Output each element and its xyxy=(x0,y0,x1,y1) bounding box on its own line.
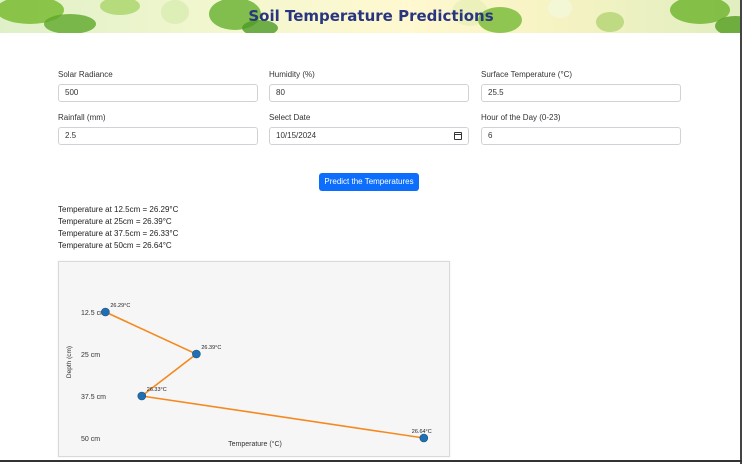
data-point xyxy=(101,307,110,317)
humidity-label: Humidity (%) xyxy=(269,70,315,79)
header-banner: Soil Temperature Predictions xyxy=(0,0,742,33)
data-point xyxy=(192,349,201,359)
result-line: Temperature at 37.5cm = 26.33°C xyxy=(58,229,179,238)
data-point xyxy=(137,391,147,401)
data-label: 26.29°C xyxy=(110,303,130,309)
result-line: Temperature at 25cm = 26.39°C xyxy=(58,217,172,226)
rainfall-label: Rainfall (mm) xyxy=(58,113,106,122)
result-line: Temperature at 50cm = 26.64°C xyxy=(58,241,172,250)
solar-radiance-label: Solar Radiance xyxy=(58,70,113,79)
humidity-input[interactable]: 80 xyxy=(269,84,469,102)
rainfall-input[interactable]: 2.5 xyxy=(58,127,258,145)
depth-temperature-chart: 12.5 cm 25 cm 37.5 cm 50 cm Depth (cm) Temper… xyxy=(58,261,450,457)
date-input[interactable]: 10/15/2024 xyxy=(269,127,469,145)
surface-temperature-input[interactable]: 25.5 xyxy=(481,84,681,102)
page-title: Soil Temperature Predictions xyxy=(248,7,494,25)
solar-radiance-input[interactable]: 500 xyxy=(58,84,258,102)
y-axis-label: Depth (cm) xyxy=(66,346,73,378)
series-line xyxy=(105,311,424,439)
data-label: 26.39°C xyxy=(201,345,221,351)
window-bottom-edge xyxy=(0,460,742,462)
x-axis-label: Temperature (°C) xyxy=(228,440,282,448)
calendar-icon[interactable] xyxy=(454,132,462,140)
surface-temperature-label: Surface Temperature (°C) xyxy=(481,70,573,79)
hour-input[interactable]: 6 xyxy=(481,127,681,145)
date-value: 10/15/2024 xyxy=(276,131,317,140)
data-label: 26.64°C xyxy=(412,429,432,435)
predict-button[interactable]: Predict the Temperatures xyxy=(319,173,419,191)
chart-canvas: 12.5 cm25 cm37.5 cm50 cmDepth (cm)Temper… xyxy=(66,303,432,448)
page: Soil Temperature Predictions Solar Radia… xyxy=(0,0,742,464)
data-point xyxy=(419,433,429,443)
y-tick-label: 37.5 cm xyxy=(81,394,106,401)
y-tick-label: 50 cm xyxy=(81,436,100,443)
data-label: 26.33°C xyxy=(147,387,167,393)
y-tick-label: 25 cm xyxy=(81,352,100,359)
date-label: Select Date xyxy=(269,113,311,122)
hour-label: Hour of the Day (0-23) xyxy=(481,113,561,122)
result-line: Temperature at 12.5cm = 26.29°C xyxy=(58,205,179,214)
